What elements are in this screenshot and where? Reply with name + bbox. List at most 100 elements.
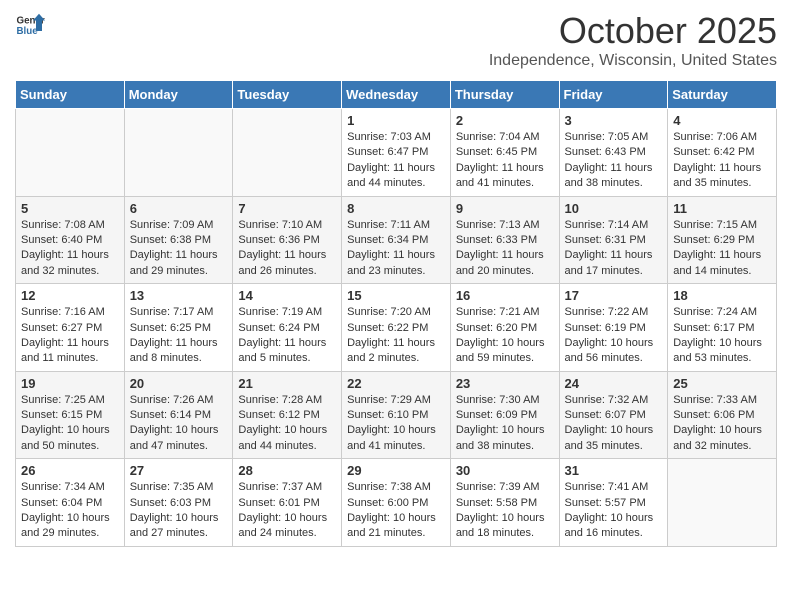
day-info: Sunrise: 7:24 AM Sunset: 6:17 PM Dayligh… <box>673 305 771 367</box>
month-title: October 2025 <box>489 10 777 52</box>
calendar-cell: 10Sunrise: 7:14 AM Sunset: 6:31 PM Dayli… <box>559 196 668 284</box>
day-number: 26 <box>21 463 119 478</box>
day-header-saturday: Saturday <box>668 81 777 109</box>
calendar-cell: 19 Sunrise: 7:25 AM Sunset: 6:15 PM Dayli… <box>16 371 125 459</box>
day-number: 17 <box>565 288 663 303</box>
day-info: Sunrise: 7:26 AM Sunset: 6:14 PM Dayligh… <box>130 393 228 455</box>
day-info: Sunrise: 7:19 AM Sunset: 6:24 PM Dayligh… <box>238 305 336 367</box>
day-info: Sunrise: 7:17 AM Sunset: 6:25 PM Dayligh… <box>130 305 228 367</box>
day-number: 14 <box>238 288 336 303</box>
day-info: Sunrise: 7:30 AM Sunset: 6:09 PM Dayligh… <box>456 393 554 455</box>
calendar-week-row: 26 Sunrise: 7:34 AM Sunset: 6:04 PM Dayli… <box>16 459 777 547</box>
day-number: 28 <box>238 463 336 478</box>
calendar-week-row: 5 Sunrise: 7:08 AM Sunset: 6:40 PM Daylig… <box>16 196 777 284</box>
day-number: 29 <box>347 463 445 478</box>
calendar-cell: 8 Sunrise: 7:11 AM Sunset: 6:34 PM Daylig… <box>342 196 451 284</box>
day-info: Sunrise: 7:28 AM Sunset: 6:12 PM Dayligh… <box>238 393 336 455</box>
day-number: 3 <box>565 113 663 128</box>
calendar-cell: 14 Sunrise: 7:19 AM Sunset: 6:24 PM Dayli… <box>233 284 342 372</box>
day-info: Sunrise: 7:38 AM Sunset: 6:00 PM Dayligh… <box>347 480 445 542</box>
day-info: Sunrise: 7:04 AM Sunset: 6:45 PM Dayligh… <box>456 130 554 192</box>
day-info: Sunrise: 7:33 AM Sunset: 6:06 PM Dayligh… <box>673 393 771 455</box>
calendar-cell: 13 Sunrise: 7:17 AM Sunset: 6:25 PM Dayli… <box>124 284 233 372</box>
day-info: Sunrise: 7:09 AM Sunset: 6:38 PM Dayligh… <box>130 218 228 280</box>
location: Independence, Wisconsin, United States <box>489 52 777 70</box>
day-info: Sunrise: 7:16 AM Sunset: 6:27 PM Dayligh… <box>21 305 119 367</box>
day-info: Sunrise: 7:14 AM Sunset: 6:31 PM Dayligh… <box>565 218 663 280</box>
day-number: 1 <box>347 113 445 128</box>
day-info: Sunrise: 7:10 AM Sunset: 6:36 PM Dayligh… <box>238 218 336 280</box>
calendar-cell: 28 Sunrise: 7:37 AM Sunset: 6:01 PM Dayli… <box>233 459 342 547</box>
calendar-header-row: SundayMondayTuesdayWednesdayThursdayFrid… <box>16 81 777 109</box>
calendar-cell: 4 Sunrise: 7:06 AM Sunset: 6:42 PM Daylig… <box>668 109 777 197</box>
day-number: 18 <box>673 288 771 303</box>
day-info: Sunrise: 7:11 AM Sunset: 6:34 PM Dayligh… <box>347 218 445 280</box>
calendar-cell: 11Sunrise: 7:15 AM Sunset: 6:29 PM Dayli… <box>668 196 777 284</box>
calendar-cell: 15Sunrise: 7:20 AM Sunset: 6:22 PM Dayli… <box>342 284 451 372</box>
day-number: 7 <box>238 201 336 216</box>
calendar-week-row: 12 Sunrise: 7:16 AM Sunset: 6:27 PM Dayli… <box>16 284 777 372</box>
calendar-cell: 31Sunrise: 7:41 AM Sunset: 5:57 PM Dayli… <box>559 459 668 547</box>
calendar-cell: 5 Sunrise: 7:08 AM Sunset: 6:40 PM Daylig… <box>16 196 125 284</box>
day-number: 30 <box>456 463 554 478</box>
calendar-cell: 22Sunrise: 7:29 AM Sunset: 6:10 PM Dayli… <box>342 371 451 459</box>
calendar-cell: 21 Sunrise: 7:28 AM Sunset: 6:12 PM Dayli… <box>233 371 342 459</box>
calendar-cell: 20Sunrise: 7:26 AM Sunset: 6:14 PM Dayli… <box>124 371 233 459</box>
calendar-cell: 25 Sunrise: 7:33 AM Sunset: 6:06 PM Dayli… <box>668 371 777 459</box>
calendar-cell: 27Sunrise: 7:35 AM Sunset: 6:03 PM Dayli… <box>124 459 233 547</box>
day-info: Sunrise: 7:06 AM Sunset: 6:42 PM Dayligh… <box>673 130 771 192</box>
calendar-cell: 16 Sunrise: 7:21 AM Sunset: 6:20 PM Dayli… <box>450 284 559 372</box>
calendar-week-row: 19 Sunrise: 7:25 AM Sunset: 6:15 PM Dayli… <box>16 371 777 459</box>
day-info: Sunrise: 7:25 AM Sunset: 6:15 PM Dayligh… <box>21 393 119 455</box>
calendar-cell: 7 Sunrise: 7:10 AM Sunset: 6:36 PM Daylig… <box>233 196 342 284</box>
calendar-cell: 9Sunrise: 7:13 AM Sunset: 6:33 PM Daylig… <box>450 196 559 284</box>
calendar-cell: 1 Sunrise: 7:03 AM Sunset: 6:47 PM Daylig… <box>342 109 451 197</box>
calendar-cell: 30 Sunrise: 7:39 AM Sunset: 5:58 PM Dayli… <box>450 459 559 547</box>
day-number: 6 <box>130 201 228 216</box>
day-number: 12 <box>21 288 119 303</box>
day-header-monday: Monday <box>124 81 233 109</box>
calendar-cell: 17 Sunrise: 7:22 AM Sunset: 6:19 PM Dayli… <box>559 284 668 372</box>
day-header-sunday: Sunday <box>16 81 125 109</box>
calendar-cell <box>233 109 342 197</box>
day-number: 24 <box>565 376 663 391</box>
day-info: Sunrise: 7:22 AM Sunset: 6:19 PM Dayligh… <box>565 305 663 367</box>
calendar-cell: 3 Sunrise: 7:05 AM Sunset: 6:43 PM Daylig… <box>559 109 668 197</box>
calendar-cell: 24 Sunrise: 7:32 AM Sunset: 6:07 PM Dayli… <box>559 371 668 459</box>
day-number: 13 <box>130 288 228 303</box>
day-number: 8 <box>347 201 445 216</box>
calendar-cell: 26 Sunrise: 7:34 AM Sunset: 6:04 PM Dayli… <box>16 459 125 547</box>
calendar-cell <box>16 109 125 197</box>
day-info: Sunrise: 7:21 AM Sunset: 6:20 PM Dayligh… <box>456 305 554 367</box>
day-number: 27 <box>130 463 228 478</box>
day-number: 21 <box>238 376 336 391</box>
day-info: Sunrise: 7:03 AM Sunset: 6:47 PM Dayligh… <box>347 130 445 192</box>
calendar-cell: 2 Sunrise: 7:04 AM Sunset: 6:45 PM Daylig… <box>450 109 559 197</box>
day-info: Sunrise: 7:34 AM Sunset: 6:04 PM Dayligh… <box>21 480 119 542</box>
day-number: 19 <box>21 376 119 391</box>
day-number: 11 <box>673 201 771 216</box>
day-info: Sunrise: 7:08 AM Sunset: 6:40 PM Dayligh… <box>21 218 119 280</box>
day-info: Sunrise: 7:39 AM Sunset: 5:58 PM Dayligh… <box>456 480 554 542</box>
page-header: General Blue October 2025 Independence, … <box>15 10 777 70</box>
day-number: 2 <box>456 113 554 128</box>
calendar-cell: 29 Sunrise: 7:38 AM Sunset: 6:00 PM Dayli… <box>342 459 451 547</box>
day-info: Sunrise: 7:41 AM Sunset: 5:57 PM Dayligh… <box>565 480 663 542</box>
day-number: 4 <box>673 113 771 128</box>
calendar-cell: 6 Sunrise: 7:09 AM Sunset: 6:38 PM Daylig… <box>124 196 233 284</box>
day-info: Sunrise: 7:29 AM Sunset: 6:10 PM Dayligh… <box>347 393 445 455</box>
day-number: 9 <box>456 201 554 216</box>
day-info: Sunrise: 7:05 AM Sunset: 6:43 PM Dayligh… <box>565 130 663 192</box>
calendar-cell: 12 Sunrise: 7:16 AM Sunset: 6:27 PM Dayli… <box>16 284 125 372</box>
calendar-table: SundayMondayTuesdayWednesdayThursdayFrid… <box>15 80 777 547</box>
day-number: 5 <box>21 201 119 216</box>
day-header-friday: Friday <box>559 81 668 109</box>
logo: General Blue <box>15 10 45 40</box>
calendar-cell: 18 Sunrise: 7:24 AM Sunset: 6:17 PM Dayli… <box>668 284 777 372</box>
day-info: Sunrise: 7:37 AM Sunset: 6:01 PM Dayligh… <box>238 480 336 542</box>
day-number: 16 <box>456 288 554 303</box>
day-number: 25 <box>673 376 771 391</box>
day-info: Sunrise: 7:32 AM Sunset: 6:07 PM Dayligh… <box>565 393 663 455</box>
title-block: October 2025 Independence, Wisconsin, Un… <box>489 10 777 70</box>
svg-text:Blue: Blue <box>17 26 39 37</box>
